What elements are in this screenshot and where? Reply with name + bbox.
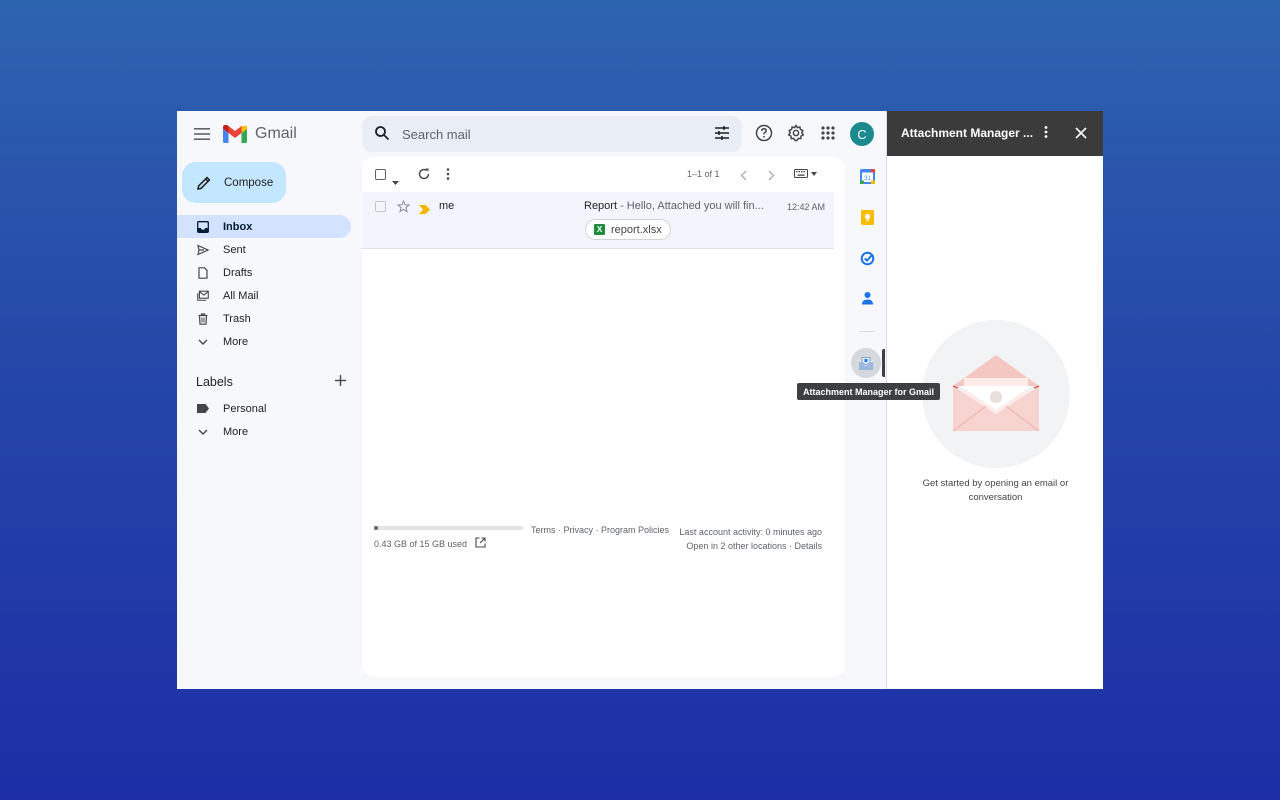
refresh-icon[interactable] bbox=[417, 167, 431, 186]
addon-empty-message: Get started by opening an email or conve… bbox=[922, 478, 1069, 503]
empty-state-illustration bbox=[922, 320, 1070, 468]
mail-subject-line: Report - Hello, Attached you will fin... bbox=[584, 200, 764, 212]
sidebar-nav: Inbox Sent Drafts All Mail Trash More bbox=[177, 215, 351, 353]
addon-more-options-icon[interactable] bbox=[1044, 125, 1048, 144]
input-tools-keyboard-icon[interactable] bbox=[794, 169, 817, 178]
sidebar-item-label: Sent bbox=[223, 243, 246, 256]
sidebar-item-sent[interactable]: Sent bbox=[177, 238, 351, 261]
select-caret-icon[interactable] bbox=[392, 172, 399, 190]
settings-gear-icon[interactable] bbox=[785, 122, 807, 144]
draft-icon bbox=[197, 266, 209, 279]
row-checkbox[interactable] bbox=[375, 201, 386, 212]
important-marker-icon[interactable] bbox=[419, 201, 430, 219]
search-bar[interactable] bbox=[362, 116, 742, 152]
sidebar-item-label: More bbox=[223, 335, 249, 348]
label-item-more[interactable]: More bbox=[177, 420, 351, 443]
sidebar-item-label: All Mail bbox=[223, 289, 259, 302]
open-envelope-icon bbox=[952, 355, 1040, 432]
chevron-down-icon bbox=[197, 426, 209, 438]
mail-list-panel: 1–1 of 1 me Report - Hello, Attached you… bbox=[362, 157, 845, 677]
sidebar-item-more[interactable]: More bbox=[177, 330, 351, 353]
trash-icon bbox=[197, 312, 209, 325]
add-label-icon[interactable] bbox=[335, 373, 346, 391]
gmail-window: Gmail C Compose bbox=[177, 111, 1103, 689]
gmail-logo[interactable]: Gmail bbox=[223, 123, 297, 145]
mail-time: 12:42 AM bbox=[787, 202, 826, 212]
calendar-icon[interactable]: 31 bbox=[857, 166, 877, 186]
rail-tooltip: Attachment Manager for Gmail bbox=[797, 383, 941, 400]
label-item-label: Personal bbox=[223, 402, 267, 415]
mail-toolbar: 1–1 of 1 bbox=[362, 157, 845, 191]
search-input[interactable] bbox=[402, 122, 692, 146]
sidebar-item-drafts[interactable]: Drafts bbox=[177, 261, 351, 284]
storage-text: 0.43 GB of 15 GB used bbox=[374, 538, 468, 549]
attachment-name: report.xlsx bbox=[611, 223, 662, 236]
top-bar: Gmail C bbox=[177, 111, 886, 156]
mail-sender: me bbox=[439, 200, 455, 212]
mail-row[interactable]: me Report - Hello, Attached you will fin… bbox=[362, 192, 834, 249]
chevron-down-icon bbox=[197, 336, 209, 348]
sidebar-item-label: Inbox bbox=[223, 220, 253, 233]
prev-page-icon[interactable] bbox=[740, 168, 747, 186]
account-activity: Last account activity: 0 minutes ago Ope… bbox=[622, 525, 822, 553]
addon-title: Attachment Manager ... bbox=[901, 126, 1034, 140]
label-item-label: More bbox=[223, 425, 249, 438]
mail-subject: Report bbox=[584, 200, 618, 212]
addon-header: Attachment Manager ... bbox=[887, 111, 1103, 156]
attachment-manager-icon[interactable] bbox=[851, 348, 881, 378]
tasks-icon[interactable] bbox=[857, 248, 877, 268]
gmail-m-icon bbox=[223, 125, 247, 143]
close-icon[interactable] bbox=[1075, 126, 1087, 144]
main-menu-icon[interactable] bbox=[191, 124, 213, 144]
sidebar-item-label: Trash bbox=[223, 312, 251, 325]
attachment-chip[interactable]: X report.xlsx bbox=[585, 219, 671, 240]
excel-file-icon: X bbox=[594, 224, 605, 235]
storage-info: 0.43 GB of 15 GB used bbox=[374, 526, 523, 550]
pagination-count: 1–1 of 1 bbox=[687, 169, 720, 179]
label-item-personal[interactable]: Personal bbox=[177, 397, 351, 420]
inbox-icon bbox=[197, 220, 209, 233]
next-page-icon[interactable] bbox=[768, 168, 775, 186]
other-locations-link[interactable]: Open in 2 other locations · Details bbox=[622, 539, 822, 553]
more-options-icon[interactable] bbox=[446, 167, 450, 186]
send-icon bbox=[197, 243, 209, 256]
labels-list: Personal More bbox=[177, 397, 351, 443]
mail-snippet: - Hello, Attached you will fin... bbox=[617, 200, 764, 212]
all-mail-icon bbox=[197, 290, 209, 302]
sidebar-item-label: Drafts bbox=[223, 266, 253, 279]
labels-title: Labels bbox=[196, 375, 233, 389]
top-icons bbox=[753, 122, 839, 144]
account-avatar[interactable]: C bbox=[850, 122, 874, 146]
sidebar-item-trash[interactable]: Trash bbox=[177, 307, 351, 330]
star-icon[interactable] bbox=[396, 199, 411, 218]
keep-icon[interactable] bbox=[857, 207, 877, 227]
sidebar-item-inbox[interactable]: Inbox bbox=[177, 215, 351, 238]
search-options-icon[interactable] bbox=[714, 125, 730, 146]
search-icon[interactable] bbox=[374, 125, 390, 146]
help-icon[interactable] bbox=[753, 122, 775, 144]
active-rail-indicator bbox=[882, 349, 885, 377]
open-external-icon[interactable] bbox=[475, 537, 486, 550]
rail-divider bbox=[859, 331, 875, 332]
sidebar-item-all-mail[interactable]: All Mail bbox=[177, 284, 351, 307]
storage-bar-fill bbox=[374, 526, 379, 530]
svg-text:31: 31 bbox=[864, 176, 871, 182]
google-apps-icon[interactable] bbox=[817, 122, 839, 144]
compose-label: Compose bbox=[224, 176, 274, 189]
last-activity-text: Last account activity: 0 minutes ago bbox=[679, 527, 822, 537]
select-all-checkbox[interactable] bbox=[375, 169, 386, 180]
addon-side-panel: Attachment Manager ... Get started by op… bbox=[886, 111, 1103, 689]
gmail-wordmark: Gmail bbox=[255, 125, 297, 142]
compose-button[interactable]: Compose bbox=[182, 162, 286, 203]
storage-bar bbox=[374, 526, 523, 530]
label-icon bbox=[197, 403, 209, 415]
pencil-icon bbox=[197, 176, 211, 190]
contacts-icon[interactable] bbox=[857, 288, 877, 308]
labels-header: Labels bbox=[196, 373, 346, 391]
